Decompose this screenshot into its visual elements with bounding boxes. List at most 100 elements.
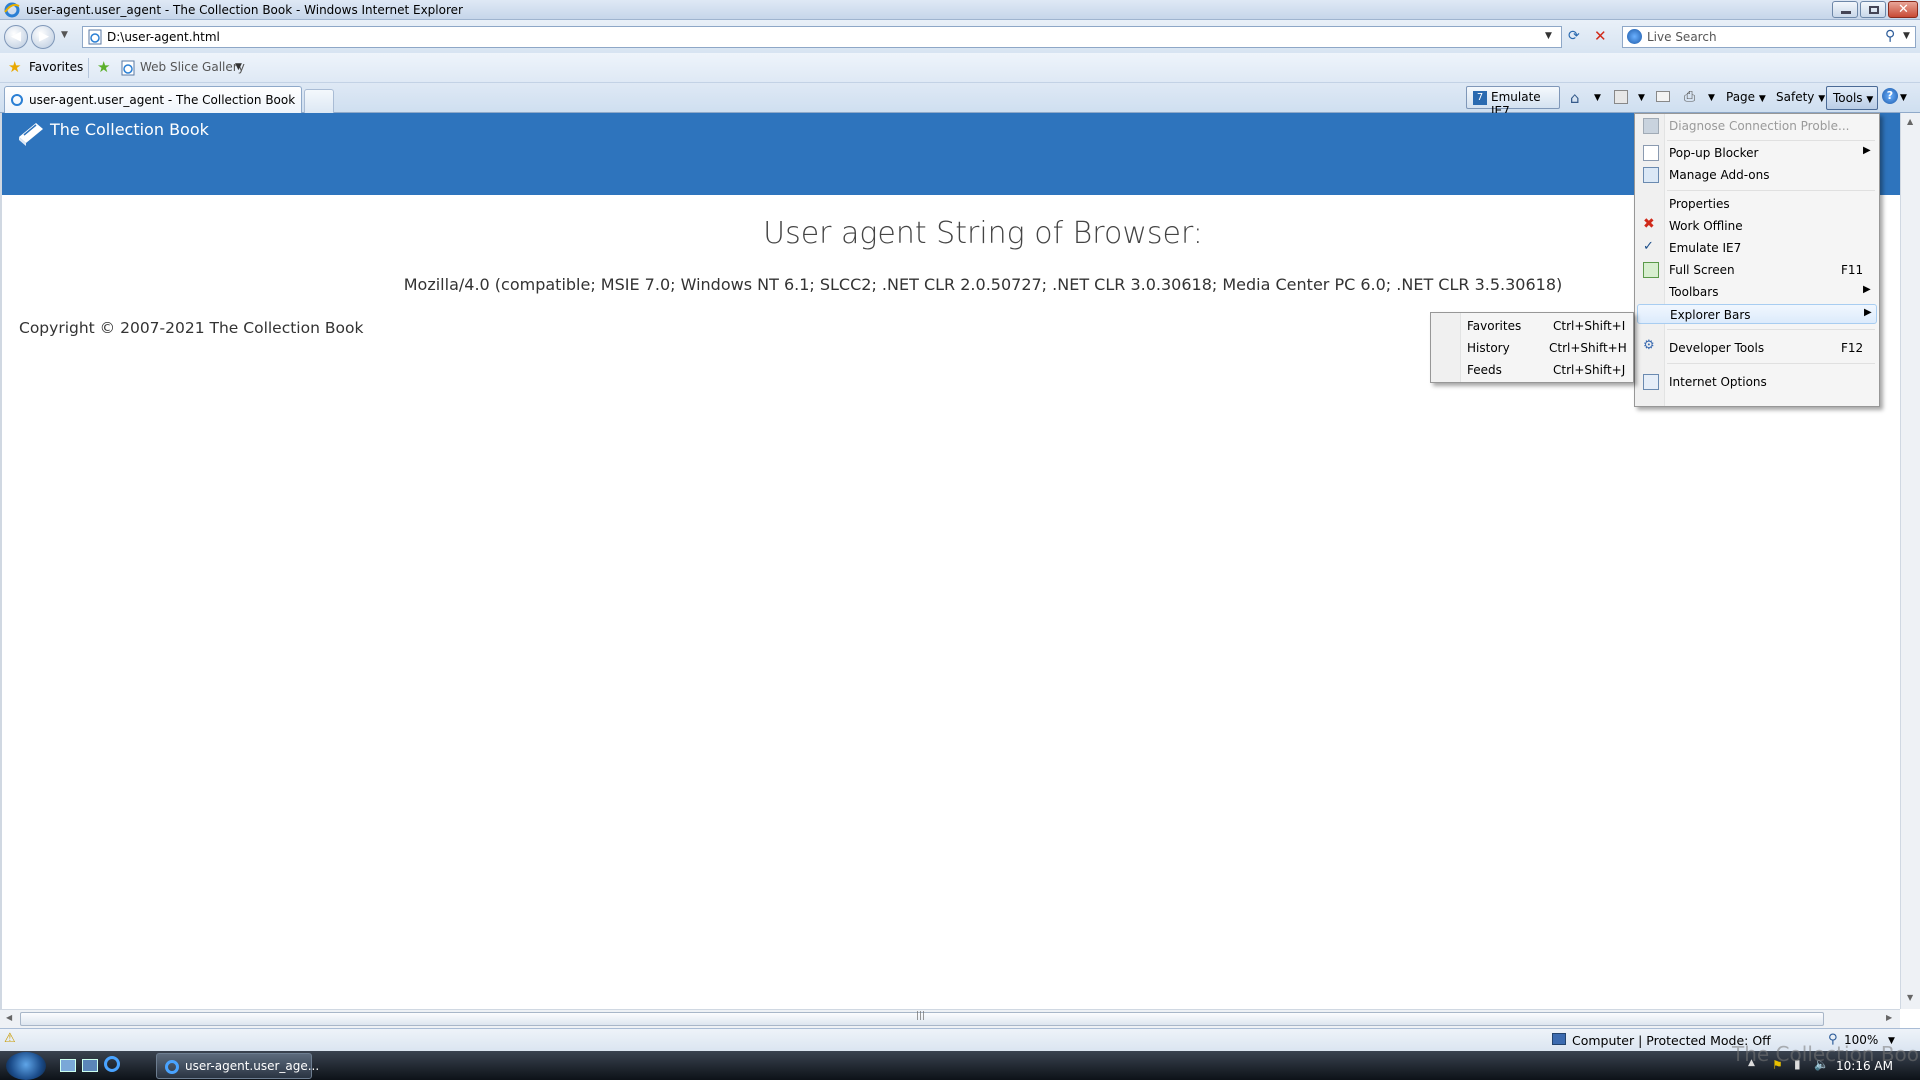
- menu-item-favorites-bar[interactable]: Favorites Ctrl+Shift+I: [1433, 316, 1631, 336]
- menu-item-popup-blocker[interactable]: Pop-up Blocker ▶: [1637, 143, 1877, 163]
- diagnose-icon: [1643, 118, 1659, 134]
- site-header: The Collection Book: [2, 113, 1902, 195]
- feeds-dropdown-icon[interactable]: ▼: [1638, 93, 1645, 103]
- menu-item-shortcut: F12: [1841, 341, 1864, 355]
- menu-item-label: Internet Options: [1669, 375, 1767, 389]
- favorites-star-icon: ★: [8, 58, 22, 76]
- minimize-button[interactable]: [1832, 1, 1858, 18]
- start-button[interactable]: [6, 1052, 46, 1080]
- menu-item-internet-options[interactable]: Internet Options: [1637, 372, 1877, 392]
- recent-pages-dropdown-icon[interactable]: ▼: [61, 30, 68, 40]
- search-provider-icon: [1627, 29, 1642, 44]
- web-slice-gallery-link[interactable]: Web Slice Gallery: [140, 60, 245, 74]
- home-dropdown-icon[interactable]: ▼: [1594, 93, 1601, 103]
- search-options-dropdown-icon[interactable]: ▼: [1903, 31, 1910, 41]
- close-button[interactable]: ✕: [1888, 1, 1918, 18]
- help-dropdown-icon[interactable]: ▼: [1900, 93, 1907, 103]
- tab-row: user-agent.user_agent - The Collection B…: [0, 83, 1920, 118]
- back-button[interactable]: ◀: [4, 25, 28, 49]
- tab-page-icon: [11, 94, 23, 106]
- scroll-left-icon[interactable]: ◀: [6, 1013, 12, 1022]
- close-icon: ✕: [1898, 2, 1909, 17]
- safety-menu-label: Safety: [1776, 90, 1815, 104]
- emulate-ie7-icon: 7: [1473, 91, 1487, 105]
- emulate-ie7-button[interactable]: 7 Emulate IE7: [1466, 86, 1560, 118]
- show-desktop-icon[interactable]: [60, 1059, 76, 1072]
- menu-item-label: Developer Tools: [1669, 341, 1765, 355]
- tools-dropdown-icon: ▼: [1866, 95, 1874, 105]
- restore-button[interactable]: [1860, 1, 1886, 18]
- read-mail-icon[interactable]: [1656, 91, 1670, 102]
- favorites-button[interactable]: Favorites: [29, 60, 83, 74]
- taskbar-ie-window[interactable]: user-agent.user_age...: [156, 1053, 319, 1079]
- address-dropdown-icon[interactable]: ▼: [1545, 31, 1552, 41]
- scroll-grip-icon: |||: [916, 1011, 926, 1021]
- menu-item-label: Full Screen: [1669, 263, 1735, 277]
- menu-item-label: History: [1467, 341, 1510, 355]
- web-slice-dropdown-icon[interactable]: ▼: [235, 62, 242, 72]
- menu-item-history-bar[interactable]: History Ctrl+Shift+H: [1433, 338, 1631, 358]
- ie-logo-icon: [4, 2, 20, 18]
- page-viewport: The Collection Book User agent String of…: [0, 113, 1902, 1009]
- menu-item-work-offline[interactable]: ✖ Work Offline: [1637, 216, 1877, 236]
- menu-item-properties[interactable]: Properties: [1637, 194, 1877, 214]
- horizontal-scroll-thumb[interactable]: |||: [20, 1011, 1824, 1026]
- explorer-bars-submenu: Favorites Ctrl+Shift+I History Ctrl+Shif…: [1430, 312, 1634, 383]
- menu-item-label: Explorer Bars: [1670, 308, 1751, 322]
- menu-item-explorer-bars[interactable]: Explorer Bars ▶: [1637, 304, 1877, 324]
- help-icon[interactable]: ?: [1882, 88, 1898, 104]
- tab-active[interactable]: user-agent.user_agent - The Collection B…: [4, 86, 302, 113]
- full-screen-icon: [1643, 262, 1659, 278]
- vertical-scrollbar[interactable]: ▲ ▼: [1900, 113, 1920, 1009]
- menu-item-feeds-bar[interactable]: Feeds Ctrl+Shift+J: [1433, 360, 1631, 380]
- scroll-right-icon[interactable]: ▶: [1886, 1013, 1892, 1022]
- menu-item-developer-tools[interactable]: ⚙ Developer Tools F12: [1637, 338, 1877, 358]
- window-title: user-agent.user_agent - The Collection B…: [26, 3, 463, 17]
- menu-item-emulate-ie7[interactable]: ✓ Emulate IE7: [1637, 238, 1877, 258]
- warning-icon[interactable]: ⚠: [4, 1031, 16, 1046]
- scroll-down-icon[interactable]: ▼: [1907, 993, 1913, 1002]
- forward-button[interactable]: ▶: [31, 25, 55, 49]
- ie-quicklaunch-icon[interactable]: [104, 1056, 120, 1072]
- page-dropdown-icon: ▼: [1758, 94, 1766, 104]
- feeds-icon[interactable]: [1614, 90, 1628, 104]
- page-heading: User agent String of Browser:: [763, 216, 1203, 251]
- horizontal-scrollbar[interactable]: ◀ ||| ▶: [0, 1009, 1900, 1028]
- menu-item-shortcut: Ctrl+Shift+H: [1549, 341, 1627, 355]
- search-icon[interactable]: ⚲: [1885, 28, 1895, 44]
- safety-menu-button[interactable]: Safety ▼: [1772, 87, 1829, 109]
- switch-windows-icon[interactable]: [82, 1059, 98, 1072]
- menu-item-shortcut: Ctrl+Shift+I: [1553, 319, 1626, 333]
- page-menu-button[interactable]: Page ▼: [1722, 87, 1770, 109]
- back-arrow-icon: ◀: [11, 29, 21, 44]
- menu-item-toolbars[interactable]: Toolbars ▶: [1637, 282, 1877, 302]
- tools-menu-button[interactable]: Tools ▼: [1826, 86, 1878, 110]
- menu-item-shortcut: Ctrl+Shift+J: [1553, 363, 1626, 377]
- add-to-favorites-bar-icon[interactable]: ★: [97, 58, 110, 76]
- tools-menu-label: Tools: [1833, 91, 1863, 105]
- menu-item-label: Pop-up Blocker: [1669, 146, 1759, 160]
- home-icon[interactable]: ⌂: [1570, 89, 1580, 107]
- user-agent-string: Mozilla/4.0 (compatible; MSIE 7.0; Windo…: [403, 275, 1563, 294]
- favorites-bar: ★ Favorites ★ Web Slice Gallery ▼: [0, 53, 1920, 83]
- menu-item-manage-addons[interactable]: Manage Add-ons: [1637, 165, 1877, 185]
- new-tab-button[interactable]: [304, 89, 334, 113]
- book-logo-icon: [19, 123, 43, 146]
- stop-icon[interactable]: ✕: [1594, 27, 1607, 45]
- scroll-up-icon[interactable]: ▲: [1907, 117, 1913, 126]
- address-field[interactable]: D:\user-agent.html ▼: [82, 26, 1562, 48]
- manage-addons-icon: [1643, 167, 1659, 183]
- print-dropdown-icon[interactable]: ▼: [1708, 93, 1715, 103]
- address-toolbar: ◀ ▶ ▼ D:\user-agent.html ▼ ⟳ ✕ Live Sear…: [0, 20, 1920, 53]
- search-input[interactable]: Live Search ⚲ ▼: [1622, 26, 1916, 48]
- status-bar: ⚠ Computer | Protected Mode: Off ⚲ 100% …: [0, 1028, 1920, 1051]
- safety-dropdown-icon: ▼: [1818, 94, 1826, 104]
- menu-item-full-screen[interactable]: Full Screen F11: [1637, 260, 1877, 280]
- menu-item-label: Manage Add-ons: [1669, 168, 1770, 182]
- site-title[interactable]: The Collection Book: [50, 120, 209, 139]
- menu-item-label: Work Offline: [1669, 219, 1743, 233]
- page-menu-label: Page: [1726, 90, 1756, 104]
- page-icon: [88, 29, 102, 45]
- print-icon[interactable]: ⎙: [1684, 89, 1695, 105]
- refresh-icon[interactable]: ⟳: [1568, 28, 1580, 44]
